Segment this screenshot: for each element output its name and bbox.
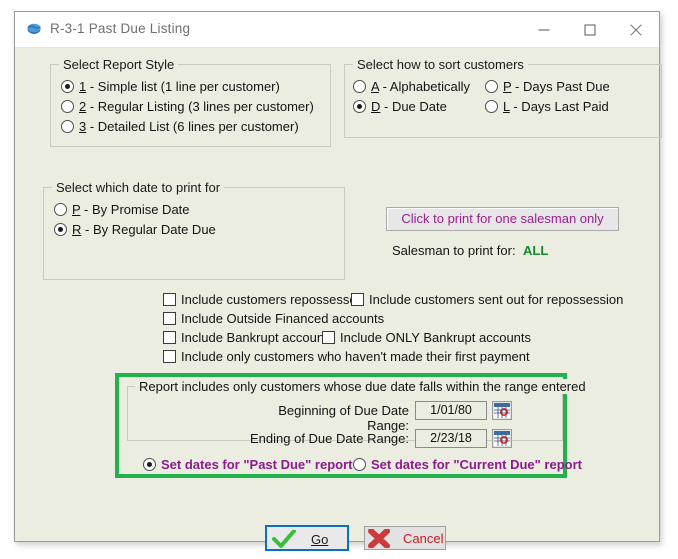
go-button[interactable]: Go xyxy=(265,525,349,551)
maximize-button[interactable] xyxy=(567,12,613,47)
minimize-button[interactable] xyxy=(521,12,567,47)
report-style-label-2: - Regular Listing (3 lines per customer) xyxy=(86,99,314,114)
beginning-date-label: Beginning of Due Date Range: xyxy=(278,403,409,433)
radio-indicator[interactable] xyxy=(353,458,366,471)
sort-label-a: - Alphabetically xyxy=(378,79,471,94)
radio-indicator[interactable] xyxy=(353,100,366,113)
dialog-window: R-3-1 Past Due Listing Select Report Sty… xyxy=(14,11,662,551)
calendar-icon[interactable] xyxy=(492,401,512,420)
report-style-option-1[interactable]: 1 - Simple list (1 line per customer) xyxy=(61,78,280,96)
sort-label-l: - Days Last Paid xyxy=(509,99,609,114)
date-print-label-p: - By Promise Date xyxy=(80,202,190,217)
checkbox-indicator[interactable] xyxy=(351,293,364,306)
date-range-legend: Report includes only customers whose due… xyxy=(135,379,590,394)
date-range-highlight: Report includes only customers whose due… xyxy=(115,373,590,478)
sort-customers-legend: Select how to sort customers xyxy=(353,57,528,72)
date-to-print-legend: Select which date to print for xyxy=(52,180,225,195)
radio-indicator[interactable] xyxy=(485,100,498,113)
report-style-group: Select Report Style 1 - Simple list (1 l… xyxy=(50,57,331,147)
include-repossessed-row[interactable]: Include customers repossessed xyxy=(163,291,364,309)
sort-label-p: - Days Past Due xyxy=(511,79,610,94)
radio-indicator[interactable] xyxy=(61,120,74,133)
sort-key-a: A xyxy=(371,79,379,94)
calendar-icon[interactable] xyxy=(492,429,512,448)
include-sent-out-repossession-row[interactable]: Include customers sent out for repossess… xyxy=(351,291,623,309)
checkbox-indicator[interactable] xyxy=(163,350,176,363)
include-no-first-payment-label: Include only customers who haven't made … xyxy=(181,349,530,364)
ending-date-input[interactable]: 2/23/18 xyxy=(415,429,487,448)
radio-indicator[interactable] xyxy=(353,80,366,93)
cancel-button[interactable]: Cancel xyxy=(364,526,446,550)
sort-key-d: D xyxy=(371,99,381,114)
report-style-legend: Select Report Style xyxy=(59,57,179,72)
include-sent-out-label: Include customers sent out for repossess… xyxy=(369,292,624,307)
include-outside-financed-row[interactable]: Include Outside Financed accounts xyxy=(163,310,384,328)
include-only-bankrupt-label: Include ONLY Bankrupt accounts xyxy=(340,330,532,345)
radio-indicator[interactable] xyxy=(61,100,74,113)
ending-date-label: Ending of Due Date Range: xyxy=(250,431,409,446)
report-style-option-3[interactable]: 3 - Detailed List (6 lines per customer) xyxy=(61,118,299,136)
date-print-key-r: R xyxy=(72,222,82,237)
include-no-first-payment-row[interactable]: Include only customers who haven't made … xyxy=(163,348,530,366)
checkbox-indicator[interactable] xyxy=(322,331,335,344)
radio-indicator[interactable] xyxy=(61,80,74,93)
past-due-mode-option[interactable]: Set dates for "Past Due" report xyxy=(143,456,352,474)
radio-indicator[interactable] xyxy=(54,203,67,216)
date-to-print-group: Select which date to print for P - By Pr… xyxy=(43,180,345,280)
globe-icon xyxy=(27,23,42,36)
sort-key-l: L xyxy=(503,99,510,114)
sort-label-d: - Due Date xyxy=(380,99,447,114)
current-due-mode-option[interactable]: Set dates for "Current Due" report xyxy=(353,456,582,474)
close-button[interactable] xyxy=(613,12,659,47)
include-bankrupt-row[interactable]: Include Bankrupt accounts xyxy=(163,329,334,347)
radio-indicator[interactable] xyxy=(485,80,498,93)
report-style-label-3: - Detailed List (6 lines per customer) xyxy=(86,119,299,134)
dialog-body: Select Report Style 1 - Simple list (1 l… xyxy=(15,48,662,551)
title-bar: R-3-1 Past Due Listing xyxy=(15,12,659,48)
past-due-mode-label: Set dates for "Past Due" report xyxy=(161,457,353,472)
include-outside-financed-label: Include Outside Financed accounts xyxy=(181,311,385,326)
current-due-mode-label: Set dates for "Current Due" report xyxy=(371,457,582,472)
sort-customers-group: Select how to sort customers A - Alphabe… xyxy=(344,57,662,138)
checkbox-indicator[interactable] xyxy=(163,331,176,344)
radio-indicator[interactable] xyxy=(143,458,156,471)
sort-option-d[interactable]: D - Due Date xyxy=(353,98,447,116)
include-repossessed-label: Include customers repossessed xyxy=(181,292,364,307)
sort-option-a[interactable]: A - Alphabetically xyxy=(353,78,470,96)
sort-option-l[interactable]: L - Days Last Paid xyxy=(485,98,609,116)
date-print-label-r: - By Regular Date Due xyxy=(81,222,216,237)
report-style-option-2[interactable]: 2 - Regular Listing (3 lines per custome… xyxy=(61,98,314,116)
salesman-value: ALL xyxy=(523,243,549,258)
report-style-label-1: - Simple list (1 line per customer) xyxy=(86,79,280,94)
checkbox-indicator[interactable] xyxy=(163,312,176,325)
include-only-bankrupt-row[interactable]: Include ONLY Bankrupt accounts xyxy=(322,329,531,347)
go-label: Go xyxy=(311,532,329,547)
radio-indicator[interactable] xyxy=(54,223,67,236)
salesman-label: Salesman to print for: xyxy=(392,243,516,258)
date-to-print-option-r[interactable]: R - By Regular Date Due xyxy=(54,221,216,239)
date-to-print-option-p[interactable]: P - By Promise Date xyxy=(54,201,190,219)
include-bankrupt-label: Include Bankrupt accounts xyxy=(181,330,335,345)
beginning-date-input[interactable]: 1/01/80 xyxy=(415,401,487,420)
window-title: R-3-1 Past Due Listing xyxy=(50,21,191,36)
x-icon xyxy=(368,528,390,553)
checkbox-indicator[interactable] xyxy=(163,293,176,306)
cancel-label: Cancel xyxy=(403,531,444,546)
print-one-salesman-button[interactable]: Click to print for one salesman only xyxy=(386,207,619,231)
check-icon xyxy=(272,529,296,554)
sort-option-p[interactable]: P - Days Past Due xyxy=(485,78,610,96)
